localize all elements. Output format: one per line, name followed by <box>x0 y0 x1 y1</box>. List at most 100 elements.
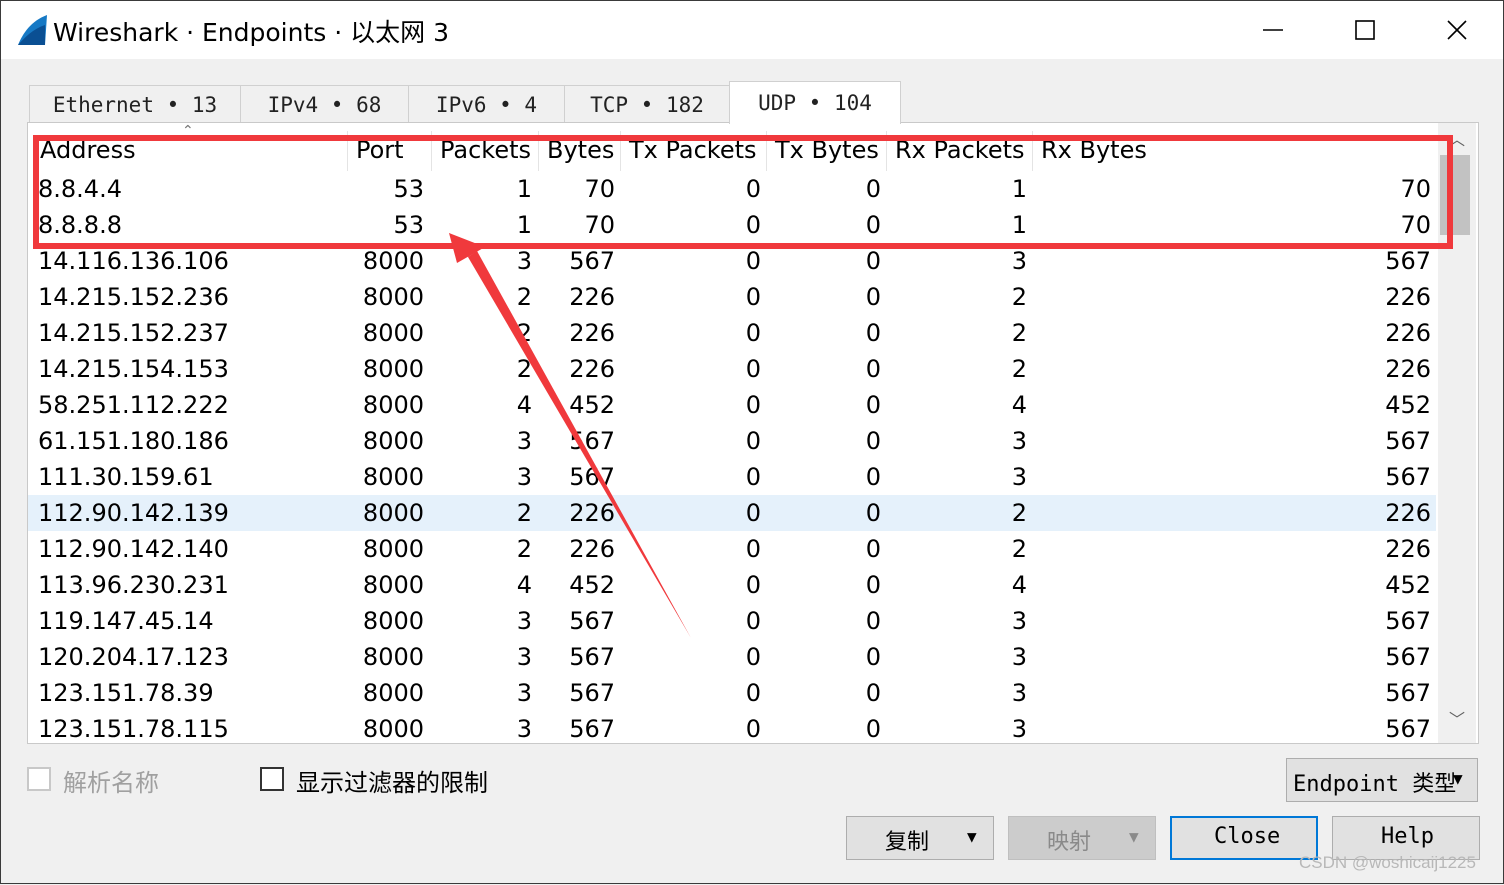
column-header-bytes[interactable]: Bytes <box>539 131 621 171</box>
cell-rx-bytes: 226 <box>1385 499 1431 527</box>
cell-packets: 2 <box>516 535 532 563</box>
table-row[interactable]: 8.8.8.8 53 1 70 0 0 1 70 <box>28 207 1436 243</box>
cell-tx-packets: 0 <box>745 499 761 527</box>
cell-tx-bytes: 0 <box>865 607 881 635</box>
cell-address: 58.251.112.222 <box>38 391 229 419</box>
tab-ipv6[interactable]: IPv6 • 4 <box>408 85 565 123</box>
table-row[interactable]: 61.151.180.186 8000 3 567 0 0 3 567 <box>28 423 1436 459</box>
copy-button[interactable]: 复制 ▼ <box>846 816 994 860</box>
cell-port: 53 <box>393 211 424 239</box>
map-button[interactable]: 映射 ▼ <box>1008 816 1156 860</box>
cell-address: 14.215.152.236 <box>38 283 229 311</box>
table-row[interactable]: 14.215.154.153 8000 2 226 0 0 2 226 <box>28 351 1436 387</box>
cell-rx-packets: 1 <box>1011 211 1027 239</box>
table-row[interactable]: 14.215.152.236 8000 2 226 0 0 2 226 <box>28 279 1436 315</box>
cell-bytes: 567 <box>569 607 615 635</box>
cell-rx-packets: 1 <box>1011 175 1027 203</box>
tab-ipv4[interactable]: IPv4 • 68 <box>240 85 409 123</box>
table-row[interactable]: 113.96.230.231 8000 4 452 0 0 4 452 <box>28 567 1436 603</box>
cell-packets: 2 <box>516 283 532 311</box>
cell-tx-bytes: 0 <box>865 355 881 383</box>
cell-rx-bytes: 452 <box>1385 571 1431 599</box>
cell-tx-packets: 0 <box>745 175 761 203</box>
cell-rx-bytes: 567 <box>1385 607 1431 635</box>
table-row[interactable]: 123.151.78.115 8000 3 567 0 0 3 567 <box>28 711 1436 743</box>
cell-tx-bytes: 0 <box>865 715 881 743</box>
cell-tx-bytes: 0 <box>865 643 881 671</box>
window-title: Wireshark · Endpoints · 以太网 3 <box>53 18 449 47</box>
cell-rx-bytes: 567 <box>1385 715 1431 743</box>
cell-port: 8000 <box>362 319 424 347</box>
cell-tx-packets: 0 <box>745 643 761 671</box>
cell-address: 111.30.159.61 <box>38 463 214 491</box>
sort-ascending-icon: ⌃ <box>182 123 194 139</box>
cell-rx-packets: 3 <box>1011 715 1027 743</box>
cell-rx-packets: 2 <box>1011 499 1027 527</box>
table-row[interactable]: 112.90.142.140 8000 2 226 0 0 2 226 <box>28 531 1436 567</box>
table-row[interactable]: 111.30.159.61 8000 3 567 0 0 3 567 <box>28 459 1436 495</box>
scroll-up-icon[interactable]: ︿ <box>1438 125 1476 155</box>
dropdown-arrow-icon: ▼ <box>1453 769 1463 788</box>
cell-rx-bytes: 70 <box>1400 211 1431 239</box>
vertical-scrollbar[interactable]: ︿ ﹀ <box>1438 123 1476 743</box>
scroll-down-icon[interactable]: ﹀ <box>1438 705 1476 735</box>
wireshark-fin-icon <box>18 15 47 45</box>
tab-ethernet[interactable]: Ethernet • 13 <box>29 85 241 123</box>
table-row[interactable]: 119.147.45.14 8000 3 567 0 0 3 567 <box>28 603 1436 639</box>
cell-bytes: 226 <box>569 499 615 527</box>
table-row[interactable]: 120.204.17.123 8000 3 567 0 0 3 567 <box>28 639 1436 675</box>
table-row[interactable]: 8.8.4.4 53 1 70 0 0 1 70 <box>28 171 1436 207</box>
column-header-packets[interactable]: Packets <box>432 131 539 171</box>
cell-address: 14.116.136.106 <box>38 247 229 275</box>
table-row[interactable]: 14.116.136.106 8000 3 567 0 0 3 567 <box>28 243 1436 279</box>
table-row[interactable]: 112.90.142.139 8000 2 226 0 0 2 226 <box>28 495 1436 531</box>
cell-rx-packets: 3 <box>1011 247 1027 275</box>
close-window-button[interactable] <box>1411 1 1503 59</box>
column-header-tx-bytes[interactable]: Tx Bytes <box>767 131 887 171</box>
cell-rx-bytes: 226 <box>1385 355 1431 383</box>
map-label: 映射 <box>1047 830 1092 855</box>
cell-address: 14.215.154.153 <box>38 355 229 383</box>
cell-rx-bytes: 70 <box>1400 175 1431 203</box>
scrollbar-thumb[interactable] <box>1440 155 1470 235</box>
resolve-names-label: 解析名称 <box>63 769 159 797</box>
maximize-icon <box>1355 20 1375 40</box>
column-header-rx-packets[interactable]: Rx Packets <box>887 131 1033 171</box>
cell-packets: 2 <box>516 499 532 527</box>
cell-bytes: 452 <box>569 571 615 599</box>
dropdown-arrow-icon: ▼ <box>967 827 977 846</box>
maximize-button[interactable] <box>1319 1 1411 59</box>
tab-tcp[interactable]: TCP • 182 <box>564 85 730 123</box>
cell-tx-packets: 0 <box>745 427 761 455</box>
cell-rx-packets: 3 <box>1011 643 1027 671</box>
table-row[interactable]: 58.251.112.222 8000 4 452 0 0 4 452 <box>28 387 1436 423</box>
tab-udp[interactable]: UDP • 104 <box>729 81 901 124</box>
cell-tx-bytes: 0 <box>865 175 881 203</box>
cell-tx-packets: 0 <box>745 391 761 419</box>
column-header-rx-bytes[interactable]: Rx Bytes <box>1033 131 1438 171</box>
endpoint-type-label: Endpoint 类型 <box>1293 772 1457 797</box>
title-bar[interactable]: Wireshark · Endpoints · 以太网 3 <box>1 1 1503 59</box>
column-header-port[interactable]: Port <box>348 131 432 171</box>
table-row[interactable]: 123.151.78.39 8000 3 567 0 0 3 567 <box>28 675 1436 711</box>
cell-tx-bytes: 0 <box>865 283 881 311</box>
endpoint-type-button[interactable]: Endpoint 类型 ▼ <box>1286 758 1478 802</box>
minimize-button[interactable] <box>1227 1 1319 59</box>
cell-rx-bytes: 567 <box>1385 247 1431 275</box>
cell-address: 112.90.142.139 <box>38 499 229 527</box>
close-button[interactable]: Close <box>1170 816 1318 860</box>
resolve-names-checkbox[interactable] <box>27 767 51 791</box>
cell-bytes: 70 <box>584 175 615 203</box>
cell-packets: 3 <box>516 679 532 707</box>
table-row[interactable]: 14.215.152.237 8000 2 226 0 0 2 226 <box>28 315 1436 351</box>
cell-tx-packets: 0 <box>745 319 761 347</box>
cell-bytes: 567 <box>569 715 615 743</box>
cell-packets: 3 <box>516 427 532 455</box>
limit-to-filter-checkbox[interactable] <box>260 767 284 791</box>
cell-port: 8000 <box>362 247 424 275</box>
column-header-tx-packets[interactable]: Tx Packets <box>621 131 767 171</box>
cell-port: 8000 <box>362 535 424 563</box>
cell-tx-packets: 0 <box>745 715 761 743</box>
cell-address: 120.204.17.123 <box>38 643 229 671</box>
cell-rx-packets: 3 <box>1011 427 1027 455</box>
